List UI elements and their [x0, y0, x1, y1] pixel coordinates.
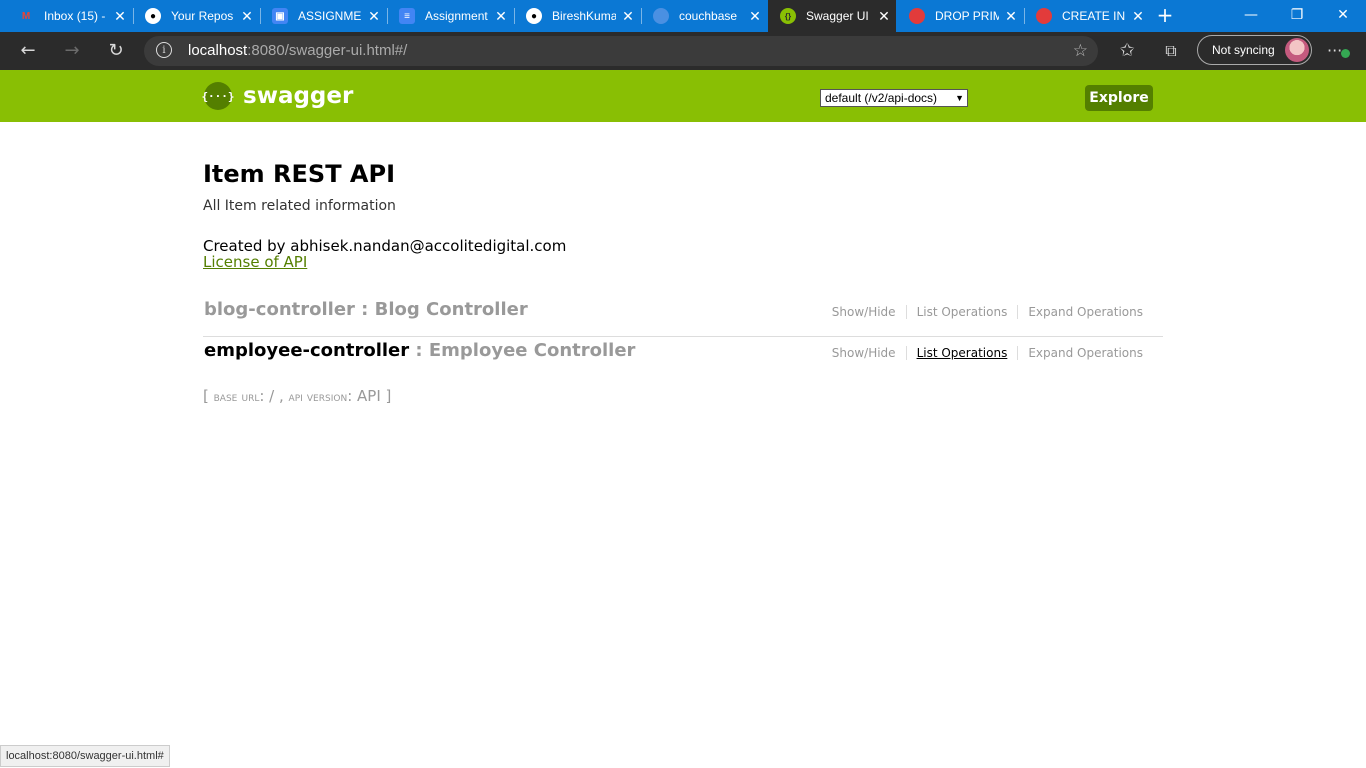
license-link[interactable]: License of API: [203, 253, 307, 271]
explore-button[interactable]: Explore: [1085, 85, 1153, 111]
settings-more-icon[interactable]: ···: [1327, 36, 1350, 66]
tab-create-index[interactable]: CREATE INI ✕: [1024, 0, 1150, 32]
couchbase-icon: [653, 8, 669, 24]
tab-inbox[interactable]: M Inbox (15) - ✕: [6, 0, 132, 32]
favorite-star-icon[interactable]: ☆: [1073, 36, 1088, 66]
expand-operations-link[interactable]: Expand Operations: [1017, 346, 1153, 360]
base-url-label: base url: [213, 390, 260, 405]
api-footer: [ base url: / , api version: API ]: [203, 387, 392, 405]
resource-heading[interactable]: blog-controller : Blog Controller: [204, 299, 528, 320]
back-arrow-icon[interactable]: ←: [12, 36, 44, 66]
tab-assignment-contacts[interactable]: ▣ ASSIGNMEN ✕: [260, 0, 386, 32]
profile-sync-button[interactable]: Not syncing: [1197, 35, 1312, 65]
page-title: Item REST API: [203, 160, 396, 188]
close-icon[interactable]: ✕: [616, 8, 640, 25]
tab-title: couchbase: [679, 9, 738, 23]
list-operations-link[interactable]: List Operations: [905, 305, 1018, 319]
api-spec-select[interactable]: default (/v2/api-docs) ▼: [820, 89, 968, 107]
tab-your-repos[interactable]: ● Your Repos ✕: [133, 0, 259, 32]
favorites-list-icon[interactable]: ✩: [1111, 36, 1143, 66]
tab-title: BireshKuma: [552, 9, 616, 23]
tab-title: DROP PRIM: [935, 9, 999, 23]
url-text[interactable]: localhost:8080/swagger-ui.html#/: [188, 36, 407, 66]
close-icon[interactable]: ✕: [743, 8, 767, 25]
swagger-header: {···} swagger default (/v2/api-docs) ▼ E…: [0, 70, 1366, 122]
restore-icon[interactable]: ❐: [1274, 0, 1320, 32]
tab-swagger-ui[interactable]: {} Swagger UI ✕: [768, 0, 896, 32]
new-tab-plus-icon[interactable]: +: [1152, 0, 1178, 32]
close-icon[interactable]: ✕: [872, 8, 896, 25]
api-version-value: : API: [347, 387, 381, 405]
address-bar[interactable]: i localhost:8080/swagger-ui.html#/ ☆: [144, 36, 1098, 66]
expand-operations-link[interactable]: Expand Operations: [1017, 305, 1153, 319]
couchbase-red-icon: [1036, 8, 1052, 24]
browser-toolbar: ← → ↻ i localhost:8080/swagger-ui.html#/…: [0, 32, 1366, 70]
show-hide-link[interactable]: Show/Hide: [822, 346, 906, 360]
tab-assignment-doc[interactable]: ≡ Assignment ✕: [387, 0, 513, 32]
close-icon[interactable]: ✕: [362, 8, 386, 25]
tab-title: Your Repos: [171, 9, 234, 23]
list-operations-link[interactable]: List Operations: [905, 346, 1018, 360]
contacts-icon: ▣: [272, 8, 288, 24]
close-icon[interactable]: ✕: [1126, 8, 1150, 25]
api-description: All Item related information: [203, 198, 396, 214]
tab-title: CREATE INI: [1062, 9, 1126, 23]
collections-icon[interactable]: ⧉: [1155, 36, 1187, 66]
docs-icon: ≡: [399, 8, 415, 24]
tab-drop-primary[interactable]: DROP PRIM ✕: [897, 0, 1023, 32]
window-close-icon[interactable]: ✕: [1320, 0, 1366, 32]
couchbase-red-icon: [909, 8, 925, 24]
forward-arrow-icon[interactable]: →: [56, 36, 88, 66]
site-info-icon[interactable]: i: [156, 42, 172, 58]
sync-label: Not syncing: [1212, 43, 1275, 57]
close-icon[interactable]: ✕: [489, 8, 513, 25]
close-icon[interactable]: ✕: [235, 8, 259, 25]
tab-title: Inbox (15) -: [44, 9, 106, 23]
tab-couchbase[interactable]: couchbase ✕: [641, 0, 767, 32]
minimize-icon[interactable]: —: [1228, 0, 1274, 32]
tab-title: Swagger UI: [806, 9, 869, 23]
chevron-down-icon: ▼: [955, 93, 964, 103]
swagger-logo[interactable]: {···} swagger: [201, 82, 354, 110]
refresh-icon[interactable]: ↻: [100, 36, 132, 66]
show-hide-link[interactable]: Show/Hide: [822, 305, 906, 319]
swagger-logo-icon: {···}: [201, 82, 235, 110]
close-icon[interactable]: ✕: [999, 8, 1023, 25]
resource-blog-controller: blog-controller : Blog Controller Show/H…: [203, 296, 1163, 337]
tab-bireshkumar[interactable]: ● BireshKuma ✕: [514, 0, 640, 32]
update-badge: [1341, 49, 1350, 58]
base-url-value: : / ,: [259, 387, 289, 405]
close-icon[interactable]: ✕: [108, 8, 132, 25]
tab-title: Assignment: [425, 9, 488, 23]
resource-employee-controller: employee-controller : Employee Controlle…: [203, 337, 1163, 377]
status-bar-url: localhost:8080/swagger-ui.html#: [0, 745, 170, 767]
gmail-icon: M: [21, 10, 31, 22]
github-icon: ●: [145, 8, 161, 24]
browser-tab-bar: M Inbox (15) - ✕ ● Your Repos ✕ ▣ ASSIGN…: [0, 0, 1366, 32]
avatar: [1285, 38, 1309, 62]
api-version-label: api version: [288, 390, 348, 405]
swagger-brand: swagger: [243, 83, 354, 109]
resource-operations: Show/Hide List Operations Expand Operati…: [822, 305, 1153, 319]
swagger-icon: {}: [780, 8, 796, 24]
resource-heading[interactable]: employee-controller : Employee Controlle…: [204, 340, 635, 361]
tab-title: ASSIGNMEN: [298, 9, 362, 23]
resource-operations: Show/Hide List Operations Expand Operati…: [822, 346, 1153, 360]
github-icon: ●: [526, 8, 542, 24]
